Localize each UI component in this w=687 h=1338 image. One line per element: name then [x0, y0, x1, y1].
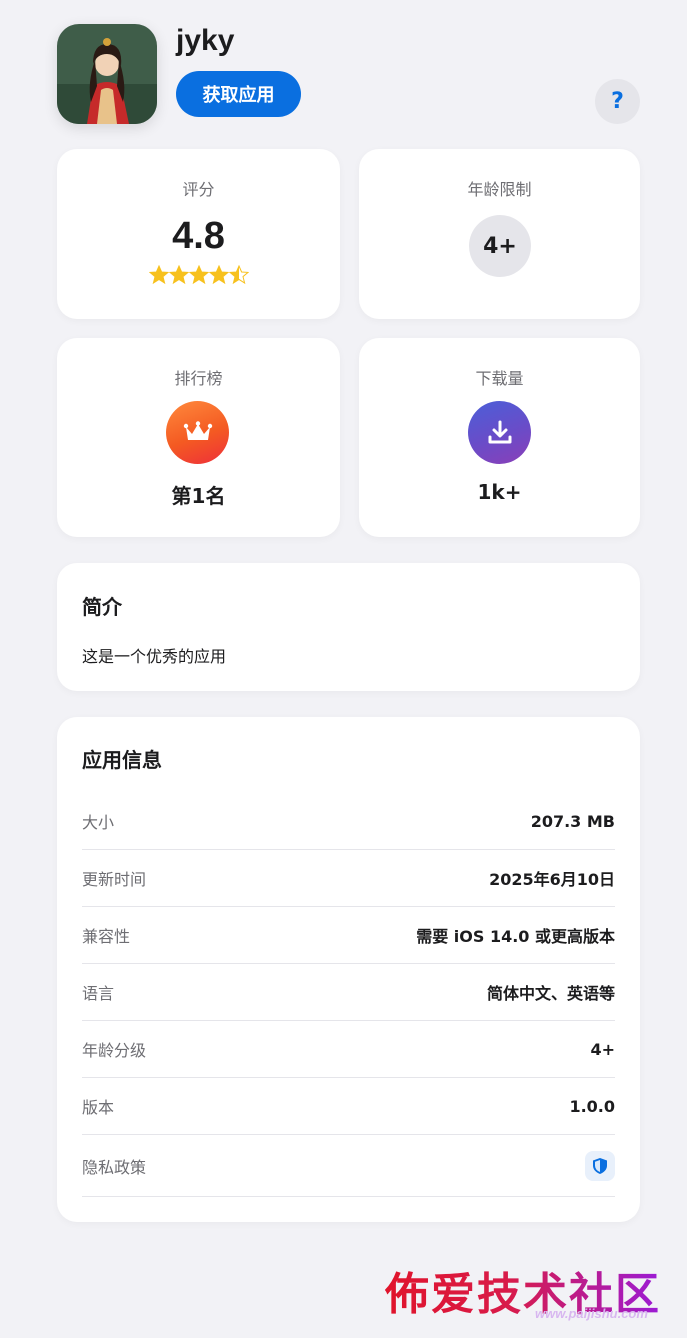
- info-value: 需要 iOS 14.0 或更高版本: [416, 927, 615, 946]
- app-icon: [57, 24, 157, 124]
- age-limit-label: 年龄限制: [467, 180, 532, 199]
- info-label: 年龄分级: [82, 1041, 147, 1060]
- watermark: 佈爱技术社区 www.paijishu.com: [385, 1258, 675, 1330]
- info-label: 语言: [82, 984, 115, 1003]
- info-label: 版本: [82, 1098, 115, 1117]
- info-row-compatibility: 兼容性 需要 iOS 14.0 或更高版本: [82, 907, 615, 964]
- info-row-age-rating: 年龄分级 4+: [82, 1021, 615, 1078]
- get-app-button[interactable]: 获取应用: [176, 71, 301, 117]
- shield-icon[interactable]: [585, 1150, 615, 1181]
- info-row-version: 版本 1.0.0: [82, 1078, 615, 1135]
- ranking-value: 第1名: [171, 484, 226, 508]
- info-row-size: 大小 207.3 MB: [82, 793, 615, 850]
- ranking-card: 排行榜 第1名: [57, 338, 340, 537]
- info-value: 简体中文、英语等: [486, 984, 615, 1003]
- age-limit-card: 年龄限制 4+: [359, 149, 640, 319]
- app-info-card: 应用信息 大小 207.3 MB 更新时间 2025年6月10日 兼容性 需要 …: [57, 717, 640, 1222]
- app-name: jyky: [176, 24, 235, 57]
- info-value: 2025年6月10日: [489, 870, 615, 889]
- age-limit-badge: 4+: [469, 215, 531, 277]
- downloads-label: 下载量: [475, 369, 524, 388]
- intro-text: 这是一个优秀的应用: [82, 647, 227, 666]
- crown-icon: [166, 401, 229, 464]
- info-label: 更新时间: [82, 870, 147, 889]
- download-icon: [468, 401, 531, 464]
- app-info-title: 应用信息: [82, 748, 162, 772]
- info-label: 大小: [82, 813, 115, 832]
- ranking-label: 排行榜: [174, 369, 223, 388]
- watermark-url: www.paijishu.com: [535, 1306, 648, 1321]
- info-label: 隐私政策: [82, 1157, 147, 1177]
- downloads-card: 下载量 1k+: [359, 338, 640, 537]
- help-button[interactable]: ?: [595, 79, 640, 124]
- info-value: 207.3 MB: [530, 811, 615, 831]
- intro-card: 简介 这是一个优秀的应用: [57, 563, 640, 691]
- info-row-privacy[interactable]: 隐私政策: [82, 1135, 615, 1197]
- rating-value: 4.8: [172, 215, 225, 257]
- rating-label: 评分: [182, 180, 215, 199]
- intro-title: 简介: [82, 595, 122, 619]
- info-label: 兼容性: [82, 927, 131, 946]
- downloads-value: 1k+: [477, 480, 522, 504]
- info-row-language: 语言 简体中文、英语等: [82, 964, 615, 1021]
- info-value: 1.0.0: [569, 1096, 615, 1116]
- info-row-updated: 更新时间 2025年6月10日: [82, 850, 615, 907]
- rating-stars-icon: [57, 264, 340, 290]
- rating-card: 评分 4.8: [57, 149, 340, 319]
- info-value: 4+: [590, 1039, 615, 1059]
